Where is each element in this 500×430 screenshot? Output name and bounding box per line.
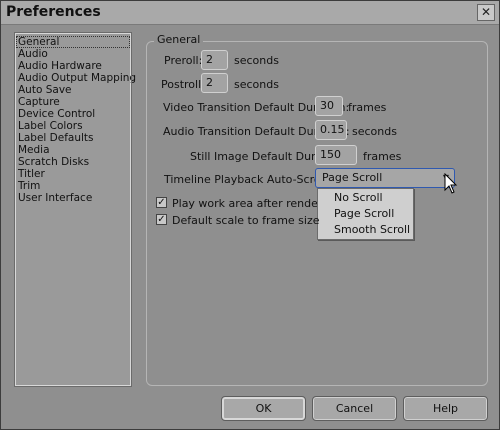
close-icon: ✕ — [480, 5, 492, 19]
cancel-button[interactable]: Cancel — [312, 396, 397, 421]
postroll-label: Postroll: — [161, 78, 205, 91]
close-button[interactable]: ✕ — [477, 4, 495, 21]
category-item-audio[interactable]: Audio — [16, 48, 130, 60]
auto-scroll-dropdown: No Scroll Page Scroll Smooth Scroll — [317, 188, 414, 240]
category-item-device-control[interactable]: Device Control — [16, 108, 130, 120]
play-work-area-label: Play work area after rendering pre — [172, 197, 317, 210]
still-image-field[interactable]: 150 — [315, 145, 357, 165]
still-image-unit: frames — [363, 150, 402, 163]
checkmark-icon: ✓ — [157, 214, 166, 225]
play-work-area-checkbox[interactable]: ✓ — [156, 197, 167, 208]
category-item-scratch-disks[interactable]: Scratch Disks — [16, 156, 130, 168]
category-item-label-defaults[interactable]: Label Defaults — [16, 132, 130, 144]
option-smooth-scroll[interactable]: Smooth Scroll — [318, 222, 413, 238]
category-item-label-colors[interactable]: Label Colors — [16, 120, 130, 132]
auto-scroll-select[interactable]: Page Scroll ▼ — [315, 168, 455, 188]
category-item-audio-hardware[interactable]: Audio Hardware — [16, 60, 130, 72]
help-button[interactable]: Help — [403, 396, 488, 421]
category-item-media[interactable]: Media — [16, 144, 130, 156]
postroll-unit: seconds — [234, 78, 279, 91]
option-no-scroll[interactable]: No Scroll — [318, 190, 413, 206]
audio-transition-field[interactable]: 0.15 — [315, 120, 347, 140]
checkmark-icon: ✓ — [157, 197, 166, 208]
category-item-capture[interactable]: Capture — [16, 96, 130, 108]
preroll-unit: seconds — [234, 54, 279, 67]
category-item-trim[interactable]: Trim — [16, 180, 130, 192]
ok-button[interactable]: OK — [221, 396, 306, 421]
default-scale-checkbox[interactable]: ✓ — [156, 214, 167, 225]
category-item-user-interface[interactable]: User Interface — [16, 192, 130, 204]
option-page-scroll[interactable]: Page Scroll — [318, 206, 413, 222]
group-title: General — [154, 33, 204, 46]
postroll-field[interactable]: 2 — [201, 73, 228, 93]
video-transition-unit: frames — [348, 101, 387, 114]
category-item-general[interactable]: General — [16, 36, 130, 48]
video-transition-field[interactable]: 30 — [315, 96, 343, 116]
category-item-auto-save[interactable]: Auto Save — [16, 84, 130, 96]
dialog-title: Preferences — [6, 4, 101, 20]
audio-transition-unit: seconds — [352, 125, 397, 138]
default-scale-label: Default scale to frame size — [172, 214, 320, 227]
mouse-pointer-icon — [444, 173, 458, 194]
title-bar[interactable]: Preferences ✕ — [1, 1, 499, 25]
auto-scroll-selected-value: Page Scroll — [322, 171, 383, 184]
preroll-field[interactable]: 2 — [201, 50, 228, 70]
preferences-dialog: Preferences ✕ General Audio Audio Hardwa… — [0, 0, 500, 430]
category-item-audio-output-mapping[interactable]: Audio Output Mapping — [16, 72, 136, 84]
category-list[interactable]: General Audio Audio Hardware Audio Outpu… — [14, 32, 136, 387]
category-item-titler[interactable]: Titler — [16, 168, 130, 180]
preroll-label: Preroll: — [164, 54, 203, 67]
